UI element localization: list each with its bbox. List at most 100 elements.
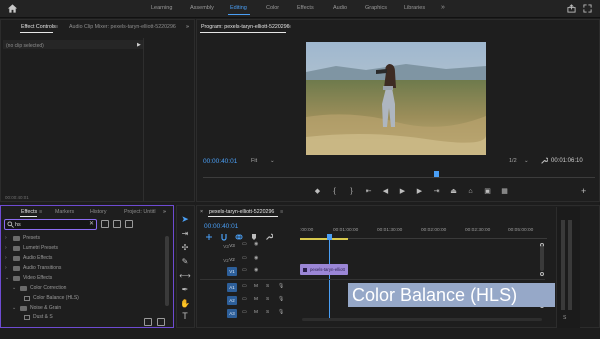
workspace-overflow-button[interactable]: » (441, 4, 445, 11)
snap-icon[interactable] (220, 233, 228, 241)
track-header-v1[interactable]: V1 (227, 267, 237, 276)
video-audio-divider[interactable] (200, 279, 545, 280)
add-marker-icon[interactable] (250, 233, 258, 241)
chevron-right-icon[interactable]: › (5, 245, 10, 251)
mute-button[interactable]: M (254, 284, 258, 289)
32bit-effects-icon[interactable] (113, 220, 121, 228)
track-select-tool-icon[interactable]: ⇥ (180, 228, 190, 238)
tree-item-lumetri-presets[interactable]: › Lumetri Presets (5, 245, 58, 251)
razor-tool-icon[interactable]: ✎ (180, 256, 190, 266)
mark-out-icon[interactable]: } (347, 187, 356, 195)
tree-item-color-balance-hls[interactable]: Color Balance (HLS) (24, 295, 79, 301)
workspace-tab-libraries[interactable]: Libraries (404, 5, 425, 11)
tree-item-audio-effects[interactable]: › Audio Effects (5, 255, 52, 261)
step-back-icon[interactable]: ◀ (381, 187, 390, 195)
share-icon[interactable] (567, 4, 576, 13)
timeline-horizontal-scrollbar[interactable] (302, 318, 542, 321)
tab-audio-clip-mixer[interactable]: Audio Clip Mixer: pexels-taryn-elliott-5… (69, 24, 176, 30)
wrench-icon[interactable] (540, 157, 548, 165)
slip-tool-icon[interactable]: ⟷ (179, 270, 190, 280)
clear-search-icon[interactable]: ✕ (89, 220, 94, 227)
workspace-tab-assembly[interactable]: Assembly (190, 5, 214, 11)
yuv-effects-icon[interactable] (125, 220, 133, 228)
workspace-tab-effects[interactable]: Effects (297, 5, 314, 11)
export-frame-icon[interactable]: ▣ (483, 187, 492, 195)
wrench-icon[interactable] (265, 233, 273, 241)
tree-item-video-effects[interactable]: ⌄ Video Effects (5, 275, 52, 281)
panel-overflow-button[interactable]: » (163, 209, 166, 215)
toggle-sync-lock-icon[interactable]: ▭ (242, 310, 247, 315)
effects-search-input[interactable] (15, 220, 80, 229)
panel-overflow-button[interactable]: » (186, 24, 189, 30)
chevron-down-icon[interactable]: ⌄ (5, 275, 10, 281)
tree-item-noise-grain[interactable]: ⌄ Noise & Grain (12, 305, 61, 311)
button-editor-icon[interactable]: + (581, 186, 586, 196)
type-tool-icon[interactable]: T (180, 311, 190, 321)
tab-effect-controls-menu[interactable]: ≡ (55, 24, 58, 30)
tab-effect-controls[interactable]: Effect Controls (21, 24, 56, 30)
program-timecode[interactable]: 00:00:40:01 (203, 158, 237, 165)
step-forward-icon[interactable]: ▶ (415, 187, 424, 195)
extract-icon[interactable]: ⌂ (466, 187, 475, 195)
solo-button[interactable]: S (266, 297, 269, 302)
tab-sequence-menu[interactable]: ≡ (280, 209, 283, 215)
toggle-visibility-icon[interactable]: ◉ (254, 268, 258, 273)
toggle-sync-lock-icon[interactable]: ▭ (242, 268, 247, 273)
toggle-visibility-icon[interactable]: ◉ (254, 242, 258, 247)
track-header-a3[interactable]: A3 (227, 309, 237, 318)
comparison-view-icon[interactable]: ▦ (500, 187, 509, 195)
workspace-tab-graphics[interactable]: Graphics (365, 5, 387, 11)
solo-button[interactable]: S (266, 310, 269, 315)
tab-markers[interactable]: Markers (55, 209, 74, 215)
accelerated-effects-icon[interactable] (101, 220, 109, 228)
go-to-in-icon[interactable]: ⇤ (364, 187, 373, 195)
chevron-right-icon[interactable]: › (5, 255, 10, 261)
fullscreen-icon[interactable] (583, 4, 592, 13)
microphone-icon[interactable]: 🎙 (278, 284, 284, 289)
track-header-v3[interactable]: V3 (227, 241, 237, 250)
program-time-ruler[interactable] (203, 172, 595, 178)
timeline-timecode[interactable]: 00:00:40:01 (204, 223, 238, 230)
tree-item-presets[interactable]: › Presets (5, 235, 40, 241)
chevron-right-icon[interactable]: › (5, 235, 10, 241)
hand-tool-icon[interactable]: ✋ (180, 298, 190, 308)
home-icon[interactable] (7, 3, 18, 14)
play-icon[interactable]: ▶ (398, 187, 407, 195)
toggle-visibility-icon[interactable]: ◉ (254, 256, 258, 261)
program-playhead[interactable] (434, 171, 439, 177)
tree-item-dust-scratches[interactable]: Dust & S (24, 314, 53, 320)
tab-project[interactable]: Project: Untitl (124, 209, 156, 215)
scroll-handle-icon[interactable] (540, 272, 544, 276)
video-clip[interactable]: pexels-taryn-elliott (300, 264, 348, 275)
expand-arrow-icon[interactable]: ▶ (137, 42, 141, 48)
chevron-down-icon[interactable]: ⌄ (12, 305, 17, 311)
toggle-sync-lock-icon[interactable]: ▭ (242, 256, 247, 261)
program-video-frame[interactable] (306, 42, 486, 155)
new-bin-icon[interactable] (144, 318, 152, 326)
microphone-icon[interactable]: 🎙 (278, 297, 284, 302)
linked-selection-icon[interactable] (235, 233, 243, 241)
work-area-bar[interactable] (300, 238, 348, 240)
tab-sequence[interactable]: pexels-taryn-elliott-5220296 (209, 209, 274, 215)
tree-item-audio-transitions[interactable]: › Audio Transitions (5, 265, 61, 271)
lift-icon[interactable]: ⏏ (449, 187, 458, 195)
workspace-tab-audio[interactable]: Audio (333, 5, 347, 11)
effects-scrollbar[interactable] (165, 236, 169, 306)
selection-tool-icon[interactable]: ➤ (180, 214, 190, 224)
program-monitor-menu[interactable]: ≡ (288, 24, 291, 30)
chevron-down-icon[interactable]: ⌄ (270, 158, 275, 164)
chevron-right-icon[interactable]: › (5, 265, 10, 271)
go-to-out-icon[interactable]: ⇥ (432, 187, 441, 195)
meter-solo-button[interactable]: S (563, 315, 566, 321)
zoom-level-select[interactable]: Fit (251, 158, 257, 164)
mark-in-icon[interactable]: { (330, 187, 339, 195)
tree-item-color-correction[interactable]: ⌄ Color Correction (12, 285, 66, 291)
close-sequence-icon[interactable]: × (200, 209, 203, 215)
timeline-vertical-scrollbar[interactable] (540, 246, 544, 271)
solo-button[interactable]: S (266, 284, 269, 289)
track-header-a1[interactable]: A1 (227, 283, 237, 292)
toggle-sync-lock-icon[interactable]: ▭ (242, 242, 247, 247)
workspace-tab-learning[interactable]: Learning (151, 5, 172, 11)
toggle-sync-lock-icon[interactable]: ▭ (242, 297, 247, 302)
tab-effects[interactable]: Effects (21, 209, 37, 215)
